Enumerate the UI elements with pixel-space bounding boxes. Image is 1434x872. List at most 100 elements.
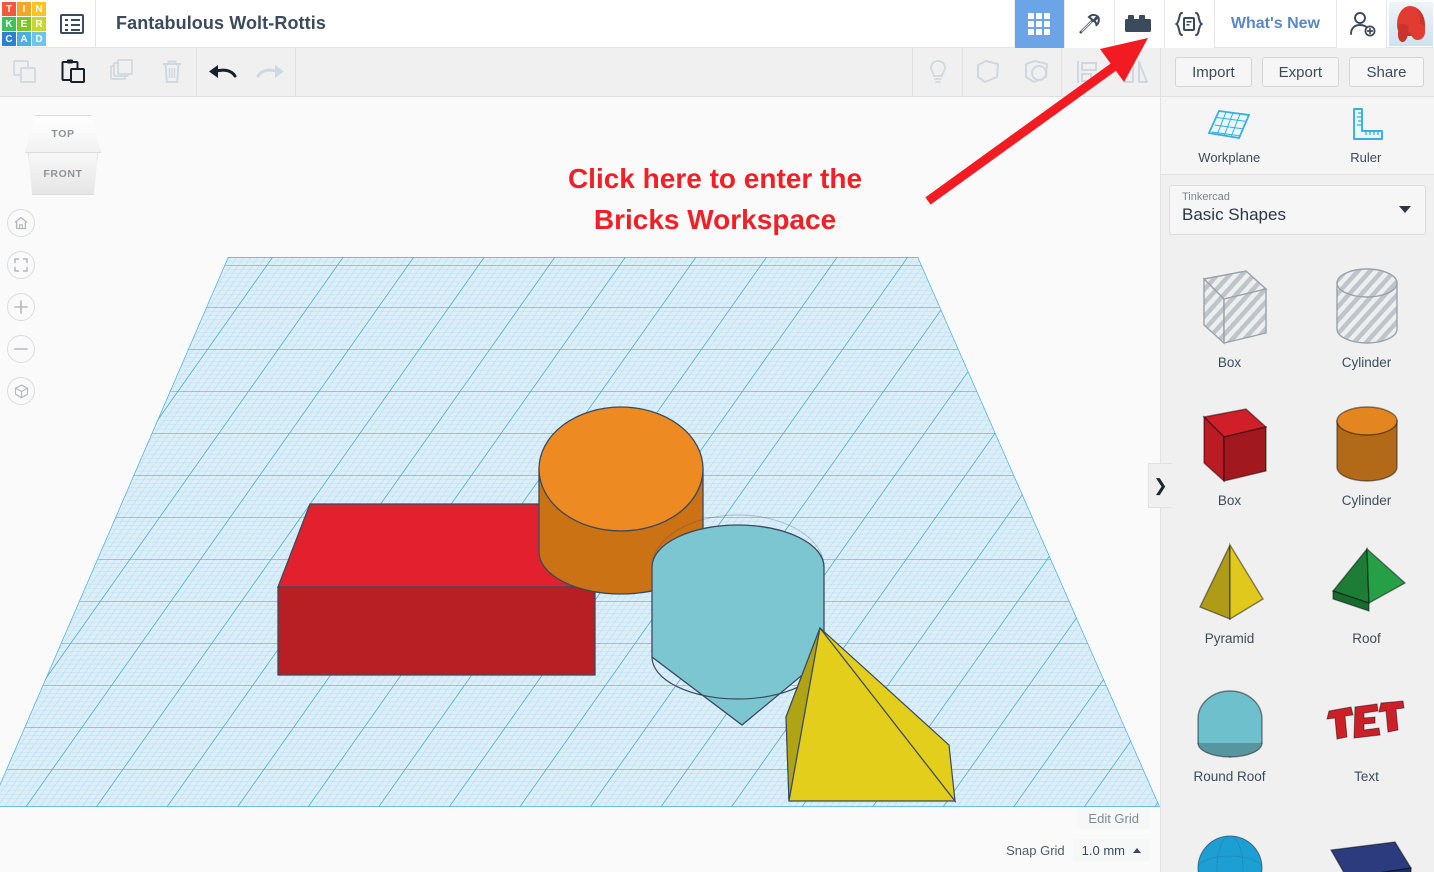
cylinder-shape-icon	[1307, 395, 1427, 491]
shape-item-pyramid[interactable]: Pyramid	[1161, 520, 1298, 658]
logo-tile-c: C	[2, 32, 16, 46]
import-button[interactable]: Import	[1175, 57, 1252, 87]
fit-view-icon	[14, 258, 28, 272]
shape-item-text[interactable]: Text	[1298, 658, 1434, 796]
undo-arrow-icon	[208, 65, 236, 78]
zoom-in-button[interactable]	[7, 293, 35, 321]
whats-new-link[interactable]: What's New	[1213, 0, 1336, 48]
shape-item-box-hole[interactable]: Box	[1161, 244, 1298, 382]
page-title: Fantabulous Wolt-Rottis	[116, 13, 326, 33]
mirror-button[interactable]	[1111, 48, 1160, 97]
shape-grid: Box Cylinder Box Cylinder Pyramid Roof R…	[1161, 244, 1434, 872]
brick-icon	[1125, 15, 1152, 32]
shape-item-round-roof[interactable]: Round Roof	[1161, 658, 1298, 796]
shape-item-label: Box	[1217, 492, 1242, 508]
tab-3d-design[interactable]	[1013, 0, 1064, 48]
visibility-tool-group	[912, 47, 964, 97]
view-cube[interactable]: TOP FRONT	[25, 115, 101, 195]
edit-tool-group	[0, 47, 197, 97]
logo-tile-t: T	[2, 2, 16, 16]
shape-item-cylinder-hole[interactable]: Cylinder	[1298, 244, 1434, 382]
ruler-tool[interactable]: Ruler	[1298, 97, 1434, 174]
paste-button[interactable]	[49, 48, 98, 97]
roof-shape-icon	[1307, 533, 1427, 629]
logo-tile-d: D	[32, 32, 46, 46]
zoom-out-button[interactable]	[7, 335, 35, 363]
show-hide-button[interactable]	[913, 48, 962, 97]
panel-collapse-handle[interactable]: ❯	[1148, 463, 1172, 508]
group-button[interactable]	[963, 48, 1012, 97]
plus-icon	[14, 300, 28, 314]
shape-row	[1161, 796, 1434, 872]
chevron-right-icon: ❯	[1153, 475, 1168, 495]
cube-projection-icon	[14, 383, 28, 398]
share-button[interactable]: Share	[1349, 57, 1424, 87]
logo-tile-r: R	[32, 17, 46, 31]
workplane-tool[interactable]: Workplane	[1161, 97, 1298, 174]
shape-library-select[interactable]: Tinkercad Basic Shapes	[1169, 185, 1426, 235]
wedge-shape-icon	[1307, 816, 1427, 872]
export-button[interactable]: Export	[1261, 57, 1339, 87]
shape-item-wedge[interactable]	[1298, 796, 1434, 872]
library-owner: Tinkercad	[1182, 191, 1230, 203]
edit-grid-button[interactable]: Edit Grid	[1077, 807, 1150, 830]
pyramid-shape-icon	[1170, 533, 1290, 629]
shape-item-label: Cylinder	[1341, 354, 1392, 370]
paste-icon	[61, 59, 85, 83]
caret-up-icon	[1133, 848, 1141, 853]
annotation-line-2: Bricks Workspace	[593, 204, 837, 236]
redo-button[interactable]	[246, 48, 295, 97]
group-icon	[976, 60, 999, 83]
fit-to-view-button[interactable]	[7, 251, 35, 279]
tab-bricks[interactable]	[1113, 0, 1164, 48]
copy-icon	[12, 60, 36, 83]
logo-tile-i: I	[17, 2, 31, 16]
logo-tile-n: N	[32, 2, 46, 16]
snap-grid-control: Snap Grid 1.0 mm	[1006, 839, 1150, 862]
duplicate-button[interactable]	[98, 48, 147, 97]
workplane-icon	[1207, 110, 1251, 140]
project-menu-button[interactable]	[48, 0, 96, 48]
shape-item-box[interactable]: Box	[1161, 382, 1298, 520]
codeblocks-icon	[1174, 12, 1204, 36]
box-shape-icon	[1170, 257, 1290, 353]
invite-people-button[interactable]	[1336, 0, 1386, 48]
sphere-shape-icon	[1170, 816, 1290, 872]
align-button[interactable]	[1062, 48, 1111, 97]
undo-button[interactable]	[197, 48, 246, 97]
shape-item-label: Text	[1354, 768, 1379, 784]
workplane-label: Workplane	[1198, 150, 1261, 165]
shape-item-roof[interactable]: Roof	[1298, 520, 1434, 658]
snap-grid-select[interactable]: 1.0 mm	[1072, 839, 1150, 862]
delete-button[interactable]	[147, 48, 196, 97]
shape-item-cylinder[interactable]: Cylinder	[1298, 382, 1434, 520]
copy-button[interactable]	[0, 48, 49, 97]
tab-codeblocks[interactable]	[1163, 0, 1214, 48]
tab-minecraft[interactable]	[1063, 0, 1114, 48]
shape-item-label: Round Roof	[1193, 768, 1266, 784]
shape-item-label: Cylinder	[1341, 492, 1392, 508]
redo-arrow-icon	[256, 65, 284, 78]
tinkercad-logo[interactable]: TIN KER CAD	[0, 0, 48, 48]
ruler-label: Ruler	[1350, 150, 1382, 165]
ruler-icon	[1352, 108, 1383, 140]
user-account-button[interactable]	[1386, 0, 1434, 48]
grid-icon	[1028, 13, 1051, 35]
library-collection: Basic Shapes	[1182, 205, 1286, 224]
box-shape-icon	[1170, 395, 1290, 491]
shape-item-sphere[interactable]	[1161, 796, 1298, 872]
ungroup-button[interactable]	[1012, 48, 1061, 97]
view-cube-top-face[interactable]: TOP	[25, 115, 101, 153]
tinkercad-app: TINKERCAD Fantabulous Wolt-Rottis What's…	[0, 0, 1434, 872]
history-tool-group	[197, 47, 296, 97]
shape-item-label: Roof	[1352, 630, 1381, 646]
view-cube-front-face[interactable]: FRONT	[28, 153, 98, 195]
home-view-button[interactable]	[7, 209, 35, 237]
logo-tile-e: E	[17, 17, 31, 31]
avatar	[1388, 2, 1433, 46]
pickaxe-icon	[1079, 13, 1101, 34]
align-icon	[1076, 61, 1097, 83]
shapes-panel: Workplane Ruler Tinkercad Basic Shapes B…	[1160, 97, 1434, 872]
projection-toggle-button[interactable]	[7, 377, 35, 405]
